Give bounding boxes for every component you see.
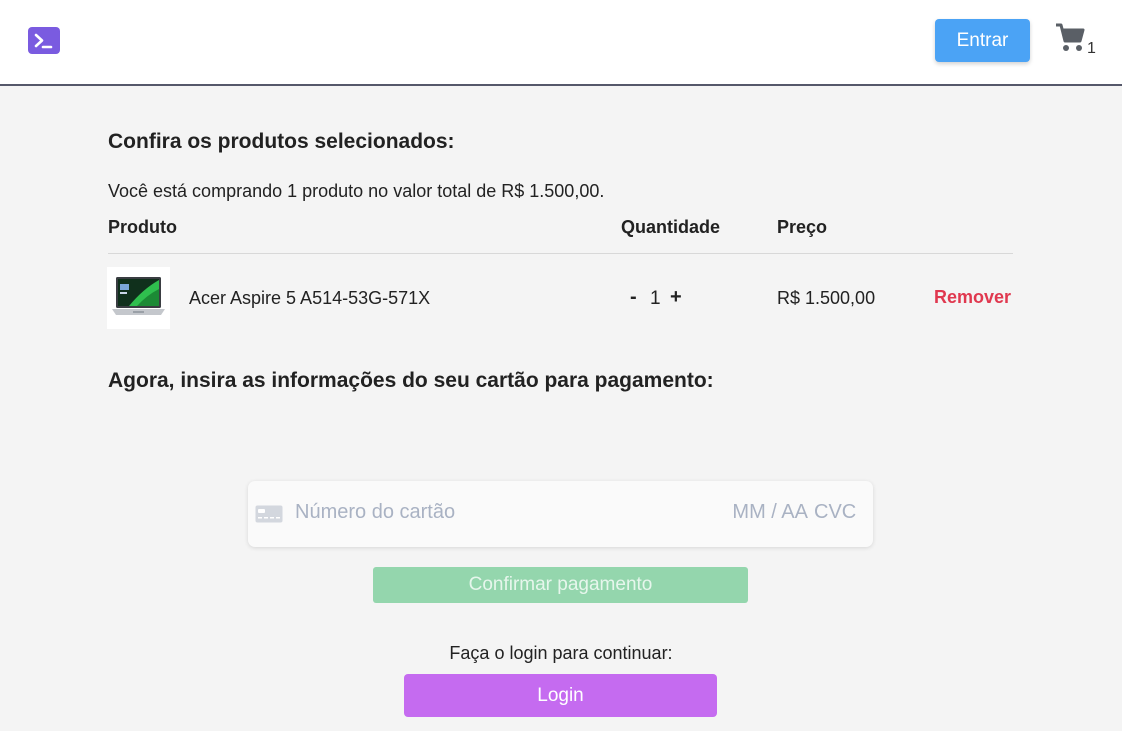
remove-item-button[interactable]: Remover — [934, 287, 1011, 308]
cart-title: Confira os produtos selecionados: — [108, 130, 455, 153]
product-image — [107, 267, 170, 329]
card-input-box[interactable] — [248, 481, 873, 547]
product-price: R$ 1.500,00 — [777, 288, 876, 308]
column-header-quantity: Quantidade — [621, 217, 721, 237]
shopping-cart-icon[interactable] — [1055, 22, 1085, 54]
login-prompt: Faça o login para continuar: — [449, 643, 673, 663]
login-button[interactable]: Login — [404, 674, 717, 717]
card-number-input[interactable] — [295, 501, 595, 524]
cart-summary: Você está comprando 1 produto no valor t… — [108, 181, 605, 201]
column-header-product: Produto — [108, 217, 177, 237]
terminal-icon[interactable] — [28, 27, 60, 54]
top-navbar: Entrar 1 — [0, 0, 1122, 86]
card-cvc-input[interactable] — [814, 501, 862, 524]
product-name: Acer Aspire 5 A514-53G-571X — [189, 288, 431, 308]
payment-title: Agora, insira as informações do seu cart… — [108, 369, 714, 392]
card-expiry-input[interactable] — [728, 501, 808, 524]
confirm-payment-button[interactable]: Confirmar pagamento — [373, 567, 748, 603]
entrar-button[interactable]: Entrar — [935, 19, 1030, 62]
table-divider — [108, 253, 1013, 254]
column-header-price: Preço — [777, 217, 828, 237]
credit-card-icon — [255, 505, 283, 523]
quantity-value: 1 — [650, 288, 661, 309]
quantity-increment-button[interactable]: + — [670, 286, 682, 309]
cart-count-badge: 1 — [1087, 40, 1096, 57]
quantity-decrement-button[interactable]: - — [630, 286, 637, 309]
